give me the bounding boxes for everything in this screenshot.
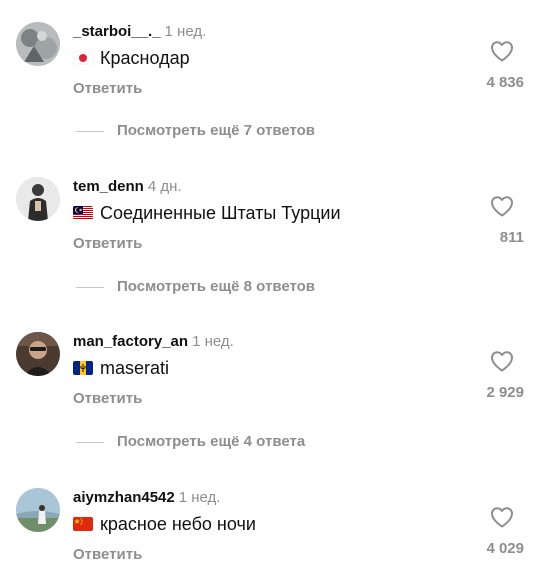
- avatar[interactable]: [16, 332, 60, 376]
- timestamp: 1 нед.: [164, 23, 207, 40]
- timestamp: 1 нед.: [192, 333, 234, 350]
- comment-text: Краснодар: [73, 46, 190, 70]
- reply-button[interactable]: Ответить: [73, 545, 142, 565]
- comment-item: man_factory_an 1 нед. maserati Ответить 2…: [0, 310, 540, 420]
- view-replies-label: Посмотреть ещё 7 ответов: [117, 122, 316, 139]
- comments-list: _starboi__._ 1 нед. Краснодар Ответить 4 …: [0, 0, 540, 582]
- divider-line: [76, 286, 104, 288]
- comment-header: aiymzhan4542 1 нед.: [73, 488, 220, 508]
- reply-button[interactable]: Ответить: [73, 79, 142, 99]
- comment-header: _starboi__._ 1 нед.: [73, 22, 206, 42]
- comment-header: tem_denn 4 дн.: [73, 177, 182, 197]
- reply-button[interactable]: Ответить: [73, 389, 142, 409]
- view-replies-button[interactable]: Посмотреть ещё 7 ответов: [76, 121, 315, 141]
- username[interactable]: man_factory_an: [73, 333, 188, 350]
- like-count: 4 029: [486, 540, 524, 557]
- like-count: 2 929: [486, 384, 524, 401]
- heart-icon[interactable]: [490, 40, 514, 62]
- malaysia-flag-icon: [73, 206, 93, 220]
- comment-body: красное небо ночи: [100, 514, 256, 534]
- comment-item: aiymzhan4542 1 нед. красное небо ночи Отв…: [0, 466, 540, 576]
- username[interactable]: tem_denn: [73, 178, 144, 195]
- comment-text: красное небо ночи: [73, 512, 256, 536]
- heart-icon[interactable]: [490, 506, 514, 528]
- comment-body: Соединенные Штаты Турции: [100, 203, 341, 223]
- heart-icon[interactable]: [490, 350, 514, 372]
- avatar[interactable]: [16, 488, 60, 532]
- view-replies-label: Посмотреть ещё 8 ответов: [117, 278, 316, 295]
- china-flag-icon: [73, 517, 93, 531]
- comment-body: Краснодар: [100, 48, 190, 68]
- reply-button[interactable]: Ответить: [73, 234, 142, 254]
- avatar[interactable]: [16, 22, 60, 66]
- comment-item: _starboi__._ 1 нед. Краснодар Ответить 4 …: [0, 0, 540, 110]
- divider-line: [76, 441, 104, 443]
- avatar[interactable]: [16, 177, 60, 221]
- username[interactable]: aiymzhan4542: [73, 489, 175, 506]
- username[interactable]: _starboi__._: [73, 23, 161, 40]
- japan-flag-icon: [73, 51, 93, 65]
- heart-icon[interactable]: [490, 195, 514, 217]
- comment-text: Соединенные Штаты Турции: [73, 201, 341, 225]
- comment-header: man_factory_an 1 нед.: [73, 332, 234, 352]
- view-replies-button[interactable]: Посмотреть ещё 4 ответа: [76, 432, 305, 452]
- barbados-flag-icon: [73, 361, 93, 375]
- view-replies-label: Посмотреть ещё 4 ответа: [117, 433, 306, 450]
- like-count: 811: [499, 229, 524, 246]
- view-replies-button[interactable]: Посмотреть ещё 8 ответов: [76, 277, 315, 297]
- comment-item: tem_denn 4 дн. Соединенные Штаты Турции …: [0, 155, 540, 265]
- divider-line: [76, 130, 104, 132]
- comment-text: maserati: [73, 356, 169, 380]
- comment-body: maserati: [100, 358, 170, 378]
- like-count: 4 836: [486, 74, 524, 91]
- timestamp: 1 нед.: [178, 489, 221, 506]
- timestamp: 4 дн.: [147, 178, 182, 195]
